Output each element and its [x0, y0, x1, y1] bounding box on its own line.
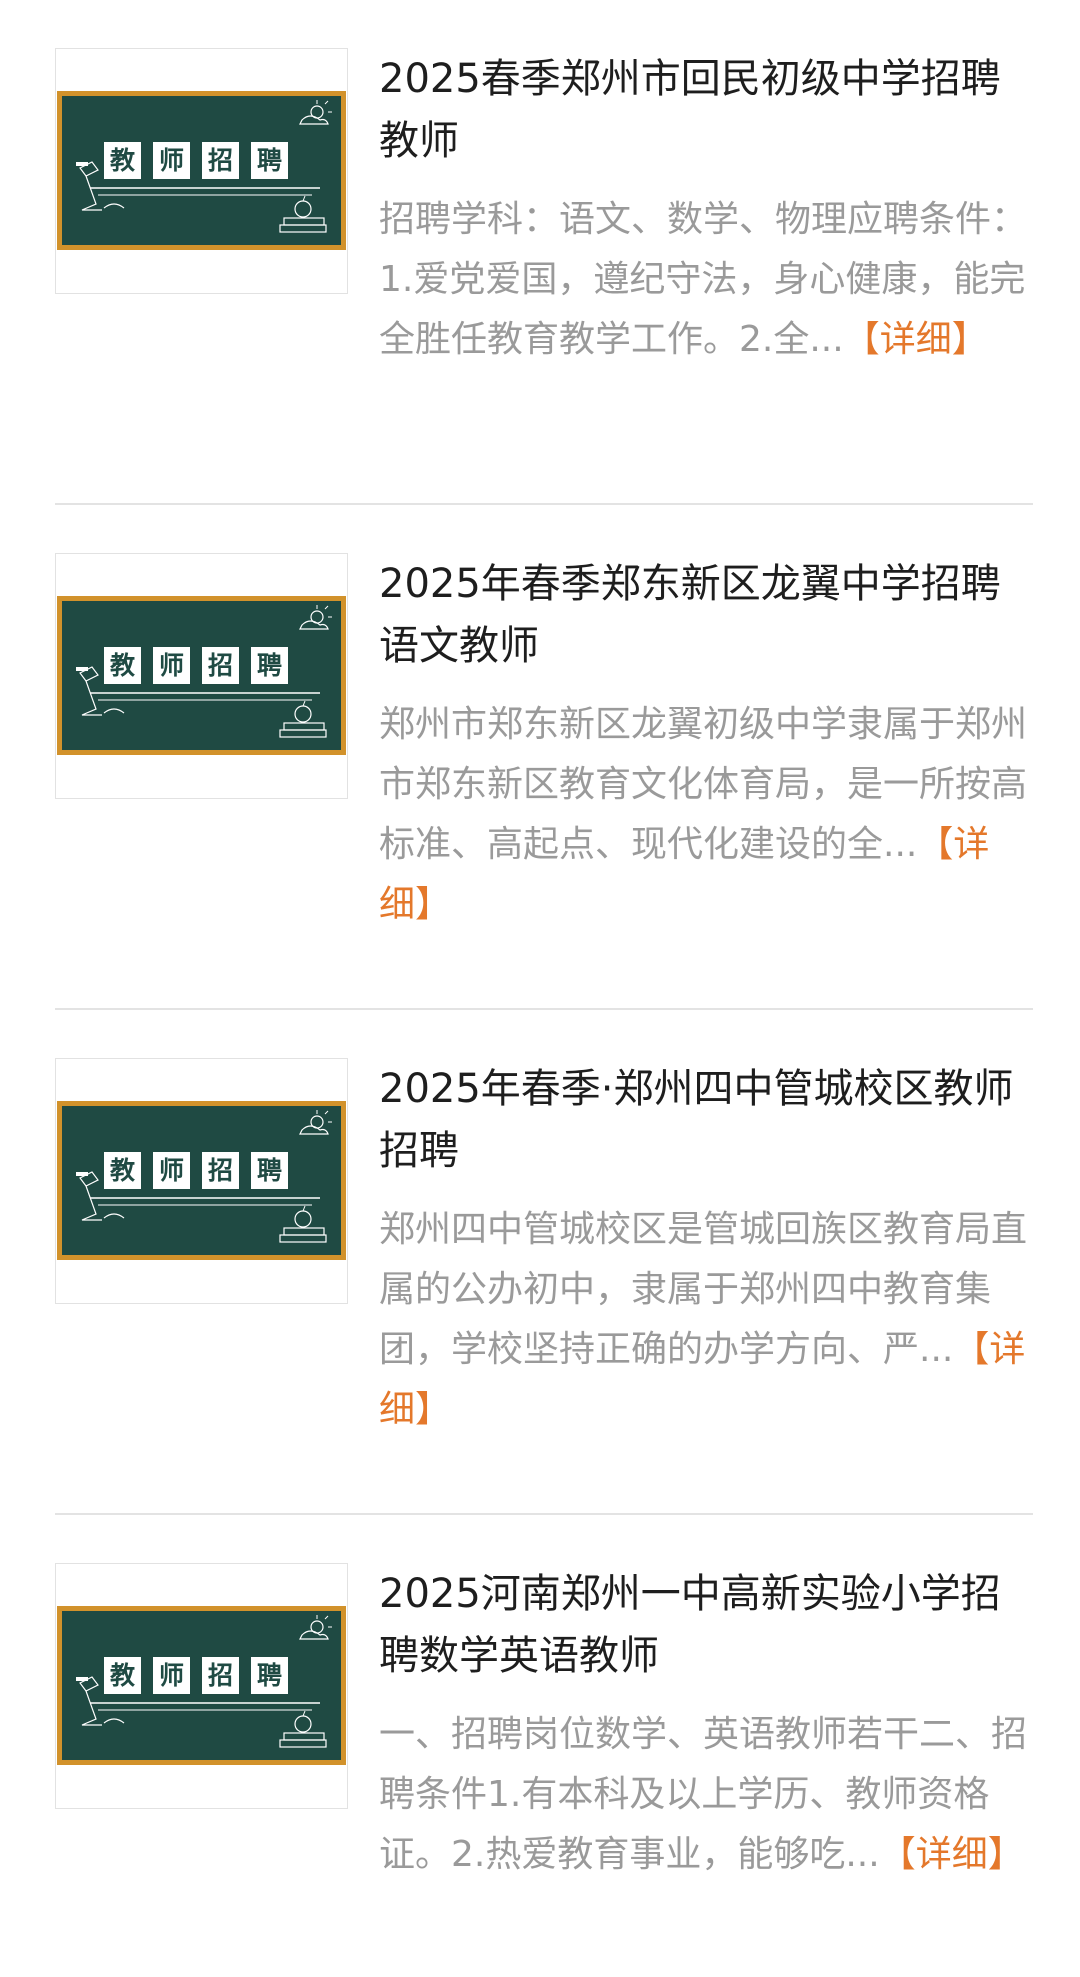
- article-summary: 郑州四中管城校区是管城回族区教育局直属的公办初中，隶属于郑州四中教育集团，学校坚…: [379, 1200, 1033, 1440]
- board-char: 招: [202, 142, 239, 179]
- board-char: 教: [104, 1152, 141, 1189]
- board-char: 聘: [251, 647, 288, 684]
- blackboard-image: 教 师 招 聘: [57, 596, 346, 755]
- board-char: 师: [153, 1152, 190, 1189]
- board-title: 教 师 招 聘: [104, 1657, 288, 1694]
- list-item[interactable]: 教 师 招 聘 2025年春季·郑州四中管城校区教师招聘 郑州四中管城校区是管城…: [55, 1010, 1033, 1515]
- detail-link[interactable]: 【详细】: [880, 1834, 1024, 1875]
- board-char: 聘: [251, 142, 288, 179]
- board-char: 教: [104, 1657, 141, 1694]
- blackboard-image: 教 师 招 聘: [57, 91, 346, 250]
- article-thumbnail[interactable]: 教 师 招 聘: [55, 1058, 348, 1304]
- board-char: 师: [153, 647, 190, 684]
- article-title[interactable]: 2025年春季郑东新区龙翼中学招聘语文教师: [379, 553, 1019, 677]
- article-title[interactable]: 2025河南郑州一中高新实验小学招聘数学英语教师: [379, 1563, 1019, 1687]
- list-item[interactable]: 教 师 招 聘 2025春季郑州市回民初级中学招聘教师 招聘学科：语文、数学、物…: [55, 0, 1033, 505]
- board-title: 教 师 招 聘: [104, 1152, 288, 1189]
- board-title: 教 师 招 聘: [104, 142, 288, 179]
- board-char: 聘: [251, 1657, 288, 1694]
- detail-link[interactable]: 【详细】: [844, 319, 988, 360]
- article-title[interactable]: 2025年春季·郑州四中管城校区教师招聘: [379, 1058, 1019, 1182]
- summary-text: 郑州四中管城校区是管城回族区教育局直属的公办初中，隶属于郑州四中教育集团，学校坚…: [379, 1209, 1028, 1370]
- board-char: 教: [104, 647, 141, 684]
- board-char: 招: [202, 647, 239, 684]
- board-char: 师: [153, 1657, 190, 1694]
- board-char: 聘: [251, 1152, 288, 1189]
- article-summary: 招聘学科：语文、数学、物理应聘条件：1.爱党爱国，遵纪守法，身心健康，能完全胜任…: [379, 190, 1033, 370]
- article-title[interactable]: 2025春季郑州市回民初级中学招聘教师: [379, 48, 1019, 172]
- article-list: 教 师 招 聘 2025春季郑州市回民初级中学招聘教师 招聘学科：语文、数学、物…: [0, 0, 1080, 1977]
- article-thumbnail[interactable]: 教 师 招 聘: [55, 553, 348, 799]
- blackboard-image: 教 师 招 聘: [57, 1606, 346, 1765]
- article-summary: 一、招聘岗位数学、英语教师若干二、招聘条件1.有本科及以上学历、教师资格证。2.…: [379, 1705, 1033, 1885]
- board-char: 招: [202, 1657, 239, 1694]
- article-summary: 郑州市郑东新区龙翼初级中学隶属于郑州市郑东新区教育文化体育局，是一所按高标准、高…: [379, 695, 1033, 935]
- article-thumbnail[interactable]: 教 师 招 聘: [55, 48, 348, 294]
- blackboard-image: 教 师 招 聘: [57, 1101, 346, 1260]
- board-char: 教: [104, 142, 141, 179]
- article-thumbnail[interactable]: 教 师 招 聘: [55, 1563, 348, 1809]
- board-char: 招: [202, 1152, 239, 1189]
- board-char: 师: [153, 142, 190, 179]
- list-item[interactable]: 教 师 招 聘 2025河南郑州一中高新实验小学招聘数学英语教师 一、招聘岗位数…: [55, 1515, 1033, 1977]
- list-item[interactable]: 教 师 招 聘 2025年春季郑东新区龙翼中学招聘语文教师 郑州市郑东新区龙翼初…: [55, 505, 1033, 1010]
- board-title: 教 师 招 聘: [104, 647, 288, 684]
